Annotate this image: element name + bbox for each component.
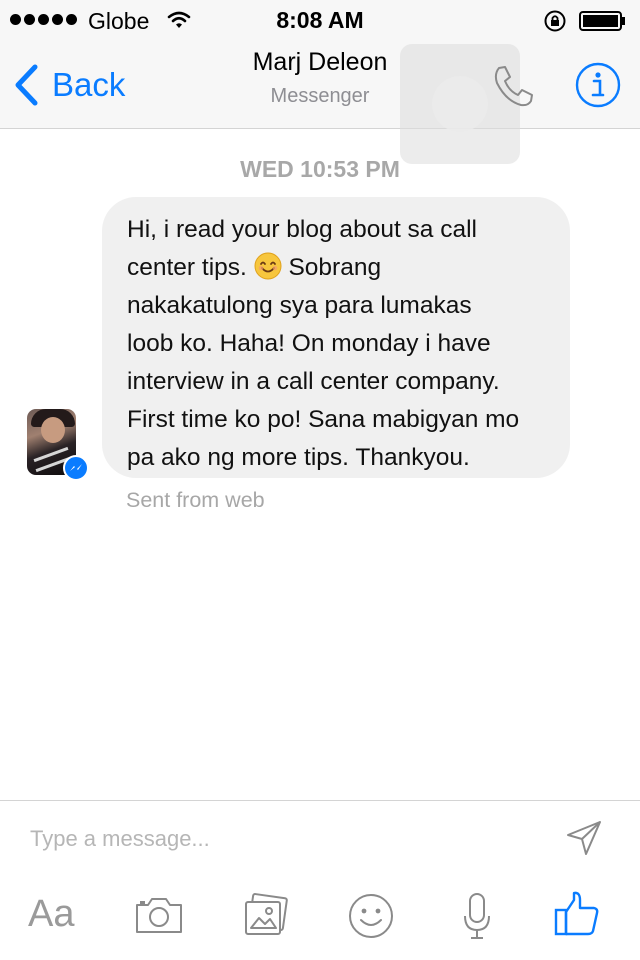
back-label: Back xyxy=(52,66,126,103)
status-bar: Globe 8:08 AM xyxy=(0,0,640,40)
battery-icon xyxy=(579,11,625,31)
like-icon[interactable] xyxy=(554,890,600,938)
message-timestamp: WED 10:53 PM xyxy=(240,156,400,182)
send-icon[interactable] xyxy=(566,820,602,856)
info-icon[interactable] xyxy=(574,61,622,109)
message-bubble[interactable]: Hi, i read your blog about sa call cente… xyxy=(102,197,570,478)
emoji-icon[interactable] xyxy=(348,893,394,939)
back-button[interactable]: Back xyxy=(14,62,125,108)
phone-icon[interactable] xyxy=(490,63,536,109)
message-text: Hi, i read your blog about sa call cente… xyxy=(127,211,557,477)
smiling-face-icon xyxy=(254,252,282,280)
message-input[interactable] xyxy=(30,820,530,858)
compose-toolbar xyxy=(0,880,640,960)
chevron-left-icon xyxy=(15,64,38,106)
microphone-icon[interactable] xyxy=(462,892,492,940)
messenger-badge-icon xyxy=(63,455,89,481)
gallery-icon[interactable] xyxy=(242,892,290,938)
sent-from-label: Sent from web xyxy=(126,488,265,512)
message-text-part-2: Sobrang nakakatulong sya para lumakas lo… xyxy=(127,254,520,471)
camera-icon[interactable] xyxy=(134,895,184,935)
orientation-lock-icon xyxy=(544,10,566,32)
compose-divider xyxy=(0,800,640,801)
text-format-button[interactable]: Aa xyxy=(28,893,74,936)
navigation-bar: Back Marj Deleon Messenger xyxy=(0,40,640,164)
